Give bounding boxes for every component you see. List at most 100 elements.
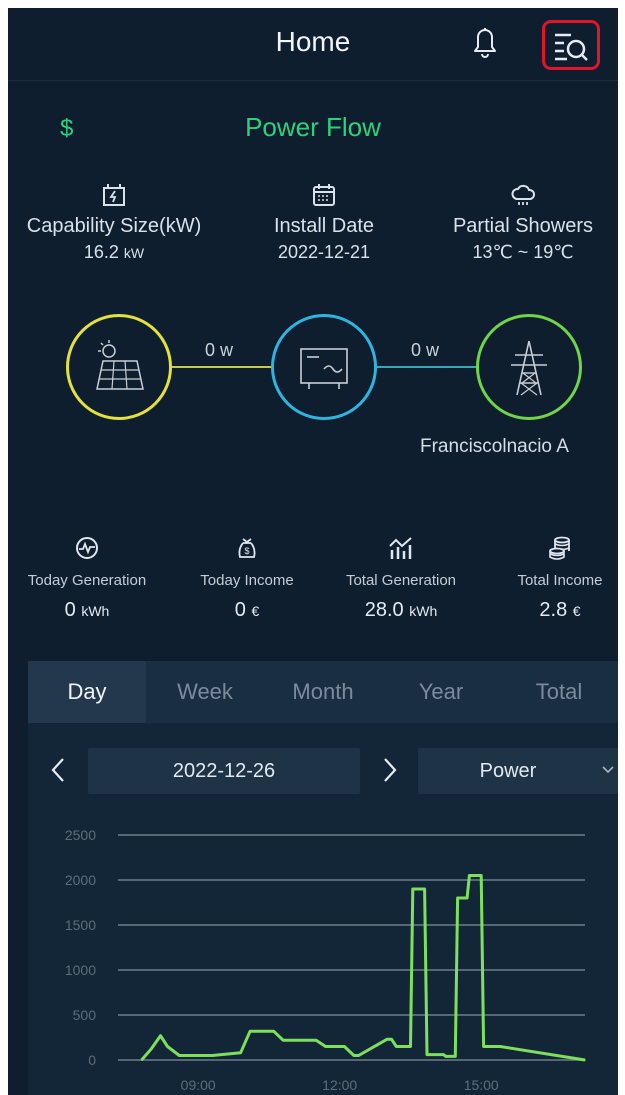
y-tick-label: 2500 [65,827,96,843]
tab-total[interactable]: Total [500,661,618,723]
data-point [584,1059,586,1061]
install-date-value: 2022-12-21 [277,242,371,262]
capability-label: Capability Size(kW) [26,215,202,237]
data-point [466,897,468,899]
x-tick-label: 12:00 [322,1077,357,1093]
data-point [499,1045,501,1048]
data-point [211,1054,214,1057]
x-tick-label: 15:00 [464,1077,499,1093]
bell-icon[interactable] [465,22,505,62]
data-point [412,888,414,890]
y-tick-label: 0 [88,1052,96,1068]
inverter-grid-line [374,366,478,368]
metric-value: 2.8 [539,599,568,621]
metric-today-generation: Today Generation 0 kWh [12,535,162,622]
calendar-icon [313,184,335,206]
data-point [395,1045,398,1048]
capability-unit: kW [123,245,145,261]
tab-day[interactable]: Day [28,661,146,723]
data-point [187,1054,190,1057]
inverter-node[interactable] [271,314,377,420]
power-chart: 0 500 1000 1500 2000 2500 09:00 12:00 15:00 [65,827,586,1093]
metric-unit: kWh [409,603,438,619]
solar-panel-icon [96,340,144,390]
app-screen: Home $ Power Flow Capability Size(kW) 16… [8,8,618,1095]
data-point [315,1039,317,1041]
solar-power-label: 0 w [205,340,234,360]
next-date-button[interactable] [380,755,400,785]
y-tick-label: 1500 [65,917,96,933]
bar-trend-icon [389,537,412,559]
y-tick-label: 500 [73,1007,97,1023]
grid-name-label: Franciscolnacio A [420,436,569,457]
data-point [178,1054,181,1057]
date-display[interactable]: 2022-12-26 [88,748,360,794]
money-bag-icon: $ [238,538,256,558]
data-point [159,1034,162,1037]
tab-month[interactable]: Month [264,661,382,723]
power-flow-title: Power Flow [245,112,381,142]
svg-text:$: $ [244,546,249,556]
metric-unit: kWh [81,603,110,619]
battery-icon [103,184,125,206]
metric-today-income: $ Today Income 0 € [172,535,322,622]
chevron-down-icon [602,766,614,774]
period-tabs: Day Week Month Year Total [28,661,618,723]
header-bar: Home [8,8,618,81]
capability-stat: Capability Size(kW) 16.2 kW [8,181,220,263]
metric-label: Total Generation [345,572,457,589]
data-point [468,874,471,877]
grid-node[interactable] [476,314,582,420]
metric-total-income: Total Income 2.8 € [485,535,618,622]
cloud-rain-icon [511,184,536,205]
solar-inverter-line [170,366,274,368]
install-date-stat: Install Date 2022-12-21 [218,181,430,263]
metric-select-value: Power [479,760,537,782]
data-point [456,897,459,899]
data-point [426,1053,428,1056]
data-point [282,1039,284,1041]
weather-value: 13℃ ~ 19℃ [472,242,574,262]
metric-label: Total Income [517,572,603,589]
data-point [390,1038,393,1041]
data-point [445,1055,447,1058]
chevron-left-icon [51,758,64,782]
install-date-label: Install Date [273,215,375,237]
data-point [386,1038,388,1041]
search-list-button[interactable] [542,20,600,70]
page-title: Home [275,26,351,57]
data-point [353,1054,355,1057]
data-point [409,1045,412,1048]
data-point [480,874,483,877]
tab-week[interactable]: Week [146,661,264,723]
data-point [239,1052,242,1054]
data-point [482,1045,485,1048]
data-point [454,1055,457,1058]
search-list-icon [555,33,588,61]
metric-select[interactable]: Power [418,748,618,794]
data-point [140,1059,143,1061]
x-tick-label: 09:00 [181,1077,216,1093]
metric-label: Today Income [200,572,294,589]
y-tick-label: 1000 [65,962,96,978]
data-point [272,1030,275,1032]
capability-value: 16.2 [83,242,119,262]
generation-gauge-icon [76,537,98,559]
data-point [423,888,426,890]
metric-label: Today Generation [27,572,147,589]
previous-date-button[interactable] [48,755,68,785]
data-point [442,1053,445,1056]
data-point [249,1030,251,1032]
metric-unit: € [251,603,260,619]
solar-node[interactable] [66,314,172,420]
metric-total-generation: Total Generation 28.0 kWh [326,535,476,622]
tab-year[interactable]: Year [382,661,500,723]
weather-stat: Partial Showers 13℃ ~ 19℃ [428,181,618,263]
coin-stack-icon [549,536,570,560]
transmission-tower-icon [511,340,547,396]
metric-unit: € [572,603,581,619]
grid-power-label: 0 w [411,340,440,360]
metric-value: 0 [234,599,246,621]
data-point [166,1045,169,1048]
data-point [357,1054,360,1057]
